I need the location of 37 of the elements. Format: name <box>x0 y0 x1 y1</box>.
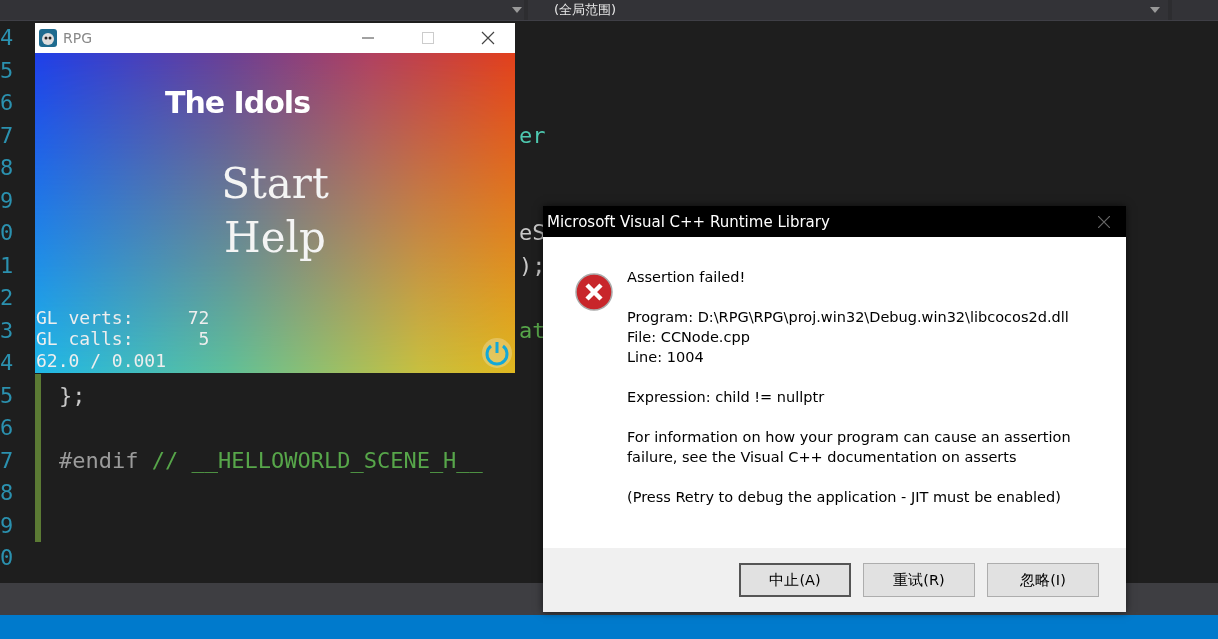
message-expression: Expression: child != nullptr <box>627 388 826 407</box>
code-text: }; <box>59 382 86 408</box>
line-number: 7 <box>0 121 15 150</box>
code-text: #endif <box>59 447 139 473</box>
message-heading: Assertion failed! <box>627 268 747 287</box>
line-number: 6 <box>0 89 15 117</box>
line-number: 1 <box>0 251 15 280</box>
line-number: 3 <box>0 316 15 345</box>
stats-text: GL verts: 72 <box>36 306 210 328</box>
message-info: For information on how your program can cause an assertion failure, see the Visual C++ documentation on asserts <box>627 428 1072 467</box>
line-number: 0 <box>0 544 15 572</box>
game-logo: The Idols <box>165 85 310 120</box>
line-number: 9 <box>0 186 15 215</box>
code-text: at <box>519 317 546 343</box>
code-text: eS <box>519 220 546 245</box>
line-number: 4 <box>0 24 15 52</box>
code-text: er <box>519 122 546 148</box>
message-hint: (Press Retry to debug the application - JIT must be enabled) <box>627 488 1062 507</box>
line-number: 5 <box>0 56 15 85</box>
line-number: 2 <box>0 284 15 312</box>
line-number: 4 <box>0 349 15 377</box>
message-detail: File: CCNode.cpp <box>627 328 751 347</box>
stats-text: 62.0 / 0.001 <box>36 349 168 371</box>
line-number: 8 <box>0 479 15 507</box>
dialog-title: Microsoft Visual C++ Runtime Library <box>547 212 830 231</box>
line-number: 8 <box>0 154 15 182</box>
line-number: 6 <box>0 414 15 442</box>
line-number: 7 <box>0 446 15 475</box>
message-detail: Program: D:\RPG\RPG\proj.win32\Debug.win32\libcocos2d.dll <box>627 308 1070 327</box>
line-number: 0 <box>0 219 15 247</box>
window-title: RPG <box>63 30 93 46</box>
code-text: // __HELLOWORLD_SCENE_H__ <box>150 447 483 473</box>
message-detail: Line: 1004 <box>627 348 705 367</box>
stats-text: GL calls: 5 <box>36 328 210 350</box>
line-number: 9 <box>0 511 15 540</box>
line-number: 5 <box>0 381 15 410</box>
code-text: ); <box>519 252 546 278</box>
